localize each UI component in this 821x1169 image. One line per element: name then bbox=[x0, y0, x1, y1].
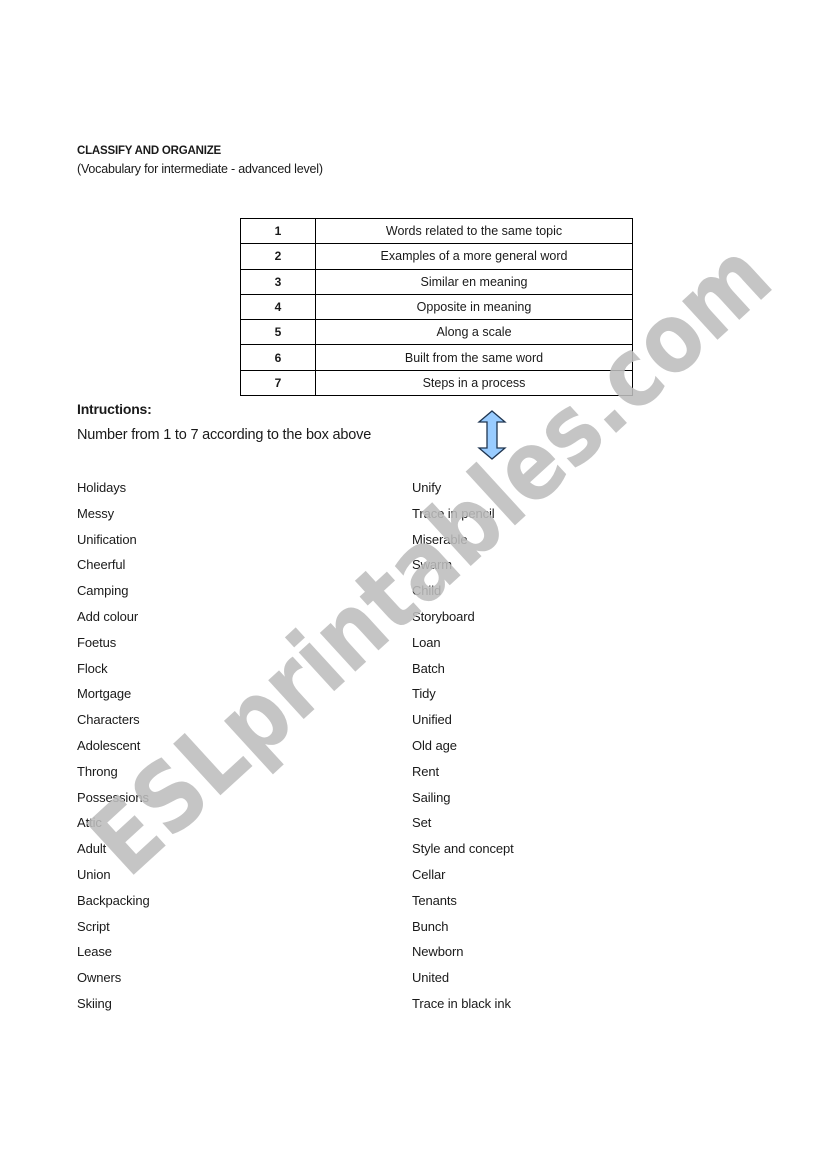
instructions-text: Number from 1 to 7 according to the box … bbox=[77, 427, 372, 443]
legend-label: Steps in a process bbox=[315, 369, 633, 397]
word-item: Rent bbox=[412, 763, 440, 779]
word-item: Lease bbox=[77, 944, 112, 960]
word-item: Owners bbox=[77, 970, 122, 986]
word-item: Cheerful bbox=[77, 557, 126, 573]
worksheet-page: CLASSIFY AND ORGANIZE (Vocabulary for in… bbox=[0, 0, 821, 1169]
word-item: Unified bbox=[412, 712, 452, 728]
word-item: Attic bbox=[77, 815, 102, 831]
legend-label: Along a scale bbox=[315, 319, 633, 346]
legend-label: Examples of a more general word bbox=[315, 243, 633, 270]
word-item: Loan bbox=[412, 634, 441, 650]
word-item: Holidays bbox=[77, 480, 127, 495]
word-item: Bunch bbox=[412, 918, 449, 934]
word-item: Possessions bbox=[77, 789, 149, 805]
worksheet-title: CLASSIFY AND ORGANIZE bbox=[77, 145, 222, 157]
legend-number: 6 bbox=[240, 344, 316, 371]
instructions-heading: Intructions: bbox=[77, 401, 152, 417]
legend-number: 3 bbox=[240, 268, 316, 295]
word-item: Skiing bbox=[77, 995, 112, 1011]
word-item: Cellar bbox=[412, 866, 446, 882]
word-item: Characters bbox=[77, 712, 140, 728]
word-item: Unify bbox=[412, 480, 442, 495]
word-item: Tenants bbox=[412, 892, 457, 908]
word-item: Mortgage bbox=[77, 686, 132, 702]
legend-row: 5 Along a scale bbox=[240, 319, 633, 346]
word-item: Flock bbox=[77, 660, 108, 676]
word-item: Backpacking bbox=[77, 892, 150, 908]
word-item: Union bbox=[77, 866, 111, 882]
word-item: Throng bbox=[77, 763, 118, 779]
legend-number: 5 bbox=[240, 319, 316, 346]
word-item: Batch bbox=[412, 660, 445, 676]
word-list-left: Holidays Messy Unification Cheerful Camp… bbox=[77, 480, 150, 1022]
word-item: Script bbox=[77, 918, 110, 934]
word-item: Unification bbox=[77, 531, 137, 547]
legend-row: 1 Words related to the same topic bbox=[240, 217, 633, 245]
word-item: Newborn bbox=[412, 944, 464, 960]
word-item: Old age bbox=[412, 737, 457, 753]
word-list-right: Unify Trace in pencil Miserable Swarm Ch… bbox=[412, 480, 514, 1022]
word-item: Storyboard bbox=[412, 608, 475, 624]
word-item: Trace in black ink bbox=[412, 995, 511, 1011]
legend-row: 6 Built from the same word bbox=[240, 344, 633, 371]
word-item: Add colour bbox=[77, 608, 139, 624]
legend-number: 7 bbox=[240, 369, 316, 397]
word-item: Foetus bbox=[77, 634, 117, 650]
legend-label: Opposite in meaning bbox=[315, 293, 633, 321]
word-item: Adult bbox=[77, 841, 107, 857]
legend-row: 4 Opposite in meaning bbox=[240, 293, 633, 321]
legend-label: Similar en meaning bbox=[315, 268, 633, 295]
word-item: Trace in pencil bbox=[412, 505, 495, 521]
word-item: United bbox=[412, 970, 449, 986]
legend-number: 1 bbox=[240, 217, 316, 245]
word-item: Style and concept bbox=[412, 841, 514, 857]
legend-row: 7 Steps in a process bbox=[240, 369, 633, 397]
word-item: Adolescent bbox=[77, 737, 141, 753]
category-legend-table: 1 Words related to the same topic 2 Exam… bbox=[240, 217, 633, 397]
word-item: Messy bbox=[77, 505, 115, 521]
legend-number: 2 bbox=[240, 243, 316, 270]
double-arrow-vertical-icon bbox=[477, 410, 507, 460]
word-item: Swarm bbox=[412, 557, 452, 573]
word-item: Tidy bbox=[412, 686, 436, 702]
legend-label: Words related to the same topic bbox=[315, 217, 633, 245]
word-item: Miserable bbox=[412, 531, 468, 547]
legend-row: 2 Examples of a more general word bbox=[240, 243, 633, 270]
legend-number: 4 bbox=[240, 293, 316, 321]
legend-row: 3 Similar en meaning bbox=[240, 268, 633, 295]
worksheet-subtitle: (Vocabulary for intermediate - advanced … bbox=[77, 162, 323, 176]
legend-label: Built from the same word bbox=[315, 344, 633, 371]
word-item: Child bbox=[412, 583, 442, 599]
word-item: Sailing bbox=[412, 789, 451, 805]
word-item: Camping bbox=[77, 583, 129, 599]
word-item: Set bbox=[412, 815, 432, 831]
